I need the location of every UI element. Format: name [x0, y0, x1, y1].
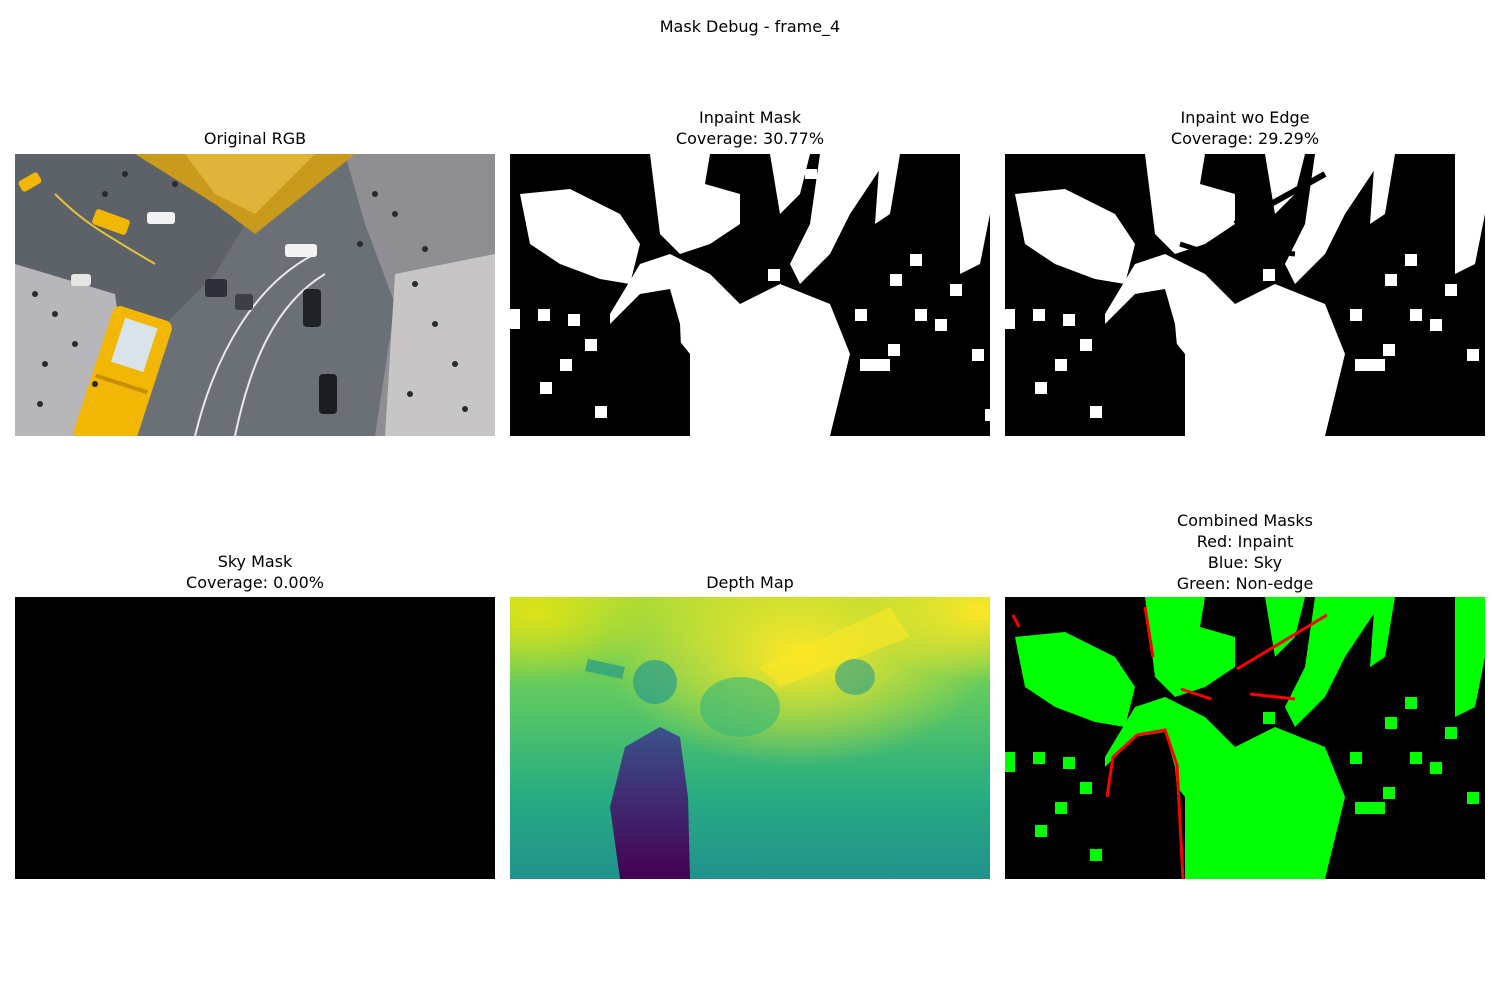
- inpaint-mask-title: Inpaint Mask Coverage: 30.77%: [510, 107, 990, 149]
- inpaint-wo-edge-coverage: Coverage: 29.29%: [1170, 129, 1320, 148]
- depth-map-title-line: Depth Map: [706, 573, 794, 592]
- combined-masks-title-line: Combined Masks: [1177, 511, 1313, 530]
- inpaint-mask-title-line: Inpaint Mask: [699, 108, 801, 127]
- inpaint-wo-edge-title-line: Inpaint wo Edge: [1180, 108, 1310, 127]
- sky-mask-coverage: Coverage: 0.00%: [186, 573, 324, 592]
- inpaint-wo-edge-image: [1005, 154, 1485, 436]
- sky-mask-title: Sky Mask Coverage: 0.00%: [15, 551, 495, 593]
- inpaint-wo-edge-title: Inpaint wo Edge Coverage: 29.29%: [1005, 107, 1485, 149]
- combined-masks-legend-blue: Blue: Sky: [1207, 553, 1283, 572]
- sky-mask-title-line: Sky Mask: [217, 552, 293, 571]
- combined-masks-legend-red: Red: Inpaint: [1196, 532, 1294, 551]
- sky-mask-image: [15, 597, 495, 879]
- depth-map-title: Depth Map: [510, 572, 990, 593]
- original-rgb-title: Original RGB: [15, 128, 495, 149]
- depth-map-image: [510, 597, 990, 879]
- combined-masks-legend-green: Green: Non-edge: [1176, 574, 1314, 593]
- combined-masks-image: [1005, 597, 1485, 879]
- inpaint-mask-image: [510, 154, 990, 436]
- original-rgb-image: [15, 154, 495, 436]
- combined-masks-title: Combined Masks Red: Inpaint Blue: Sky Gr…: [1005, 510, 1485, 594]
- original-rgb-title-line: Original RGB: [203, 129, 307, 148]
- inpaint-mask-coverage: Coverage: 30.77%: [675, 129, 825, 148]
- figure-suptitle: Mask Debug - frame_4: [659, 17, 841, 36]
